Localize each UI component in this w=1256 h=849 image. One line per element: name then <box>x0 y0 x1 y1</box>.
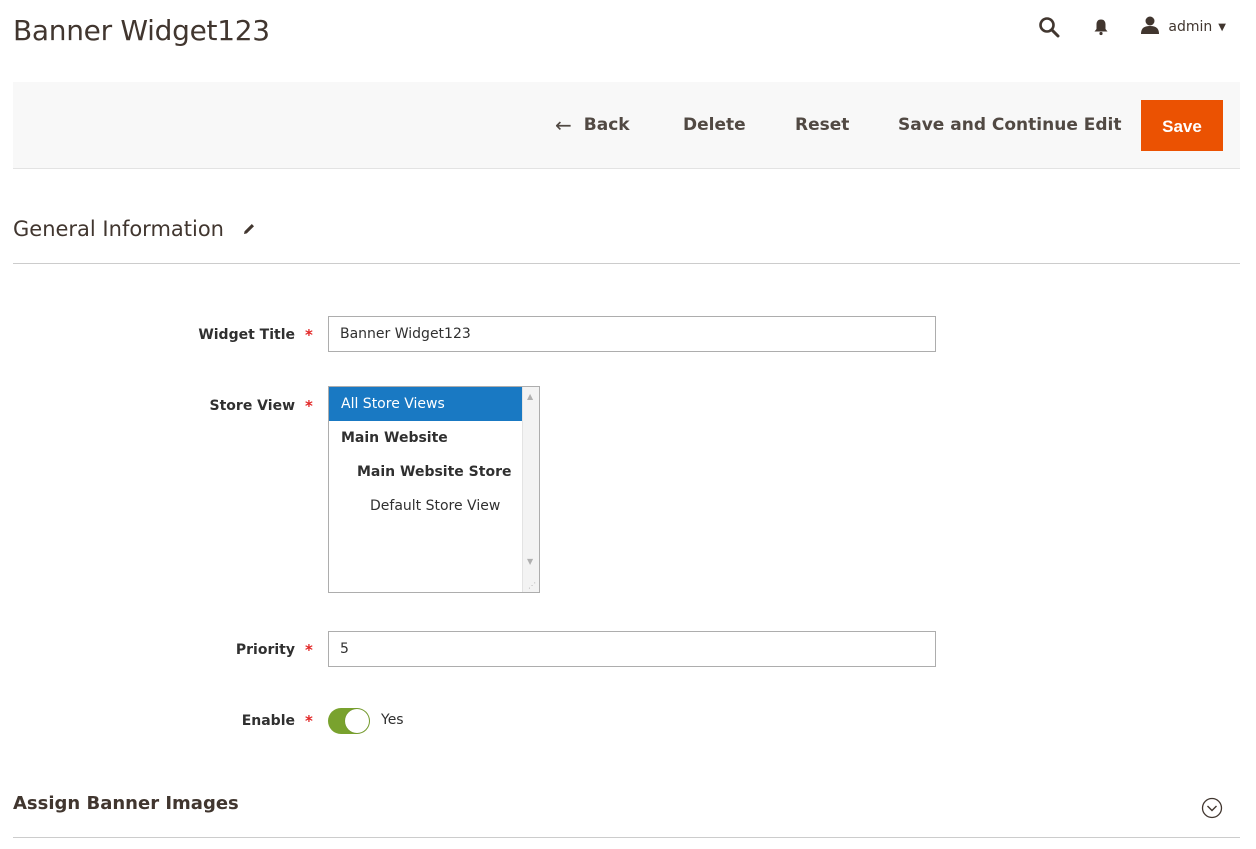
store-view-option[interactable]: Main Website <box>329 421 539 455</box>
store-view-option[interactable]: Default Store View <box>329 489 539 523</box>
required-marker: * <box>305 712 313 730</box>
pencil-icon[interactable] <box>242 222 256 236</box>
toggle-knob <box>345 709 369 733</box>
user-icon <box>1140 16 1160 38</box>
user-menu[interactable]: admin ▼ <box>1140 16 1226 38</box>
required-marker: * <box>305 397 313 415</box>
priority-label: Priority <box>235 642 295 658</box>
bell-icon[interactable] <box>1084 10 1118 44</box>
arrow-left-icon: ← <box>555 113 572 137</box>
user-name: admin <box>1168 19 1213 35</box>
back-button[interactable]: ← Back <box>555 100 630 150</box>
page-actions-toolbar: ← Back Delete Reset Save and Continue Ed… <box>13 82 1240 169</box>
enable-toggle-label: Yes <box>381 712 404 728</box>
scroll-down-icon[interactable]: ▼ <box>527 557 533 566</box>
header-actions: admin ▼ <box>1032 10 1226 44</box>
store-view-option[interactable]: Main Website Store <box>329 455 539 489</box>
save-and-continue-button[interactable]: Save and Continue Edit <box>898 100 1122 150</box>
page-title: Banner Widget123 <box>13 14 270 47</box>
widget-title-input[interactable] <box>328 316 936 352</box>
reset-button[interactable]: Reset <box>795 100 849 150</box>
search-icon[interactable] <box>1032 10 1066 44</box>
enable-label: Enable <box>241 713 295 729</box>
assign-banner-images-header[interactable]: Assign Banner Images <box>13 793 239 814</box>
section-title: General Information <box>13 217 256 241</box>
priority-input[interactable] <box>328 631 936 667</box>
chevron-down-icon: ▼ <box>1218 21 1226 33</box>
save-button[interactable]: Save <box>1141 100 1223 151</box>
required-marker: * <box>305 326 313 344</box>
section-divider <box>13 263 1240 264</box>
section-divider <box>13 837 1240 838</box>
delete-button[interactable]: Delete <box>683 100 746 150</box>
enable-toggle[interactable] <box>328 708 370 734</box>
chevron-down-circle-icon[interactable] <box>1201 797 1223 823</box>
scrollbar[interactable]: ▲ ▼ ⋰ <box>522 387 539 592</box>
store-view-option[interactable]: All Store Views <box>329 387 533 421</box>
scroll-up-icon[interactable]: ▲ <box>527 392 533 401</box>
section-title-label: General Information <box>13 217 224 241</box>
store-view-label: Store View <box>209 398 295 414</box>
required-marker: * <box>305 641 313 659</box>
resize-grip-icon[interactable]: ⋰ <box>528 581 536 590</box>
back-button-label: Back <box>583 115 630 135</box>
widget-title-label: Widget Title <box>198 327 295 343</box>
store-view-multiselect[interactable]: All Store Views Main Website Main Websit… <box>328 386 540 593</box>
